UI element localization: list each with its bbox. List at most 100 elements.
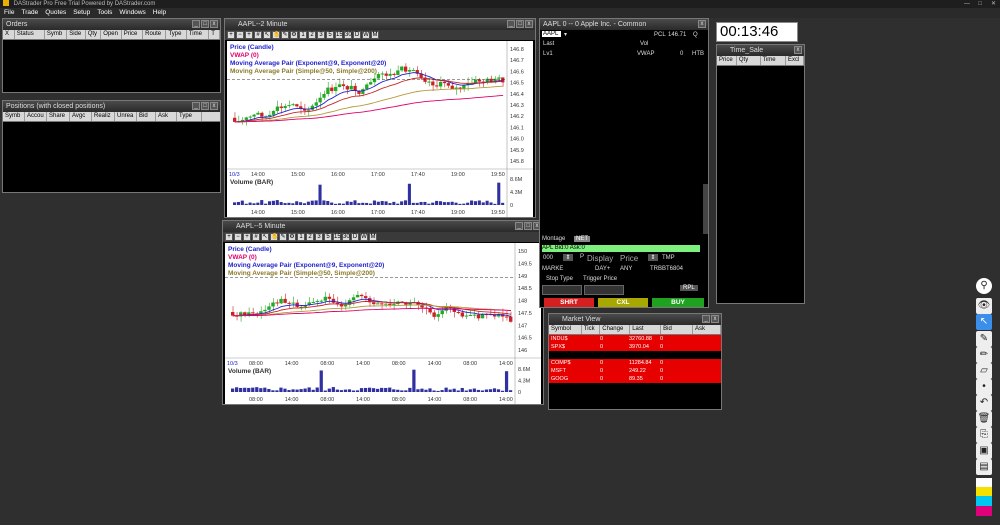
- menu-help[interactable]: Help: [153, 8, 166, 18]
- trash-icon[interactable]: 🗑: [976, 411, 992, 427]
- column-header[interactable]: Ask: [156, 112, 177, 121]
- tab-montage[interactable]: Montage: [542, 236, 565, 242]
- crosshair-icon[interactable]: +: [245, 31, 253, 39]
- maximize-icon[interactable]: □: [524, 222, 532, 230]
- minimize-icon[interactable]: _: [507, 20, 515, 28]
- column-header[interactable]: Qty: [737, 56, 761, 65]
- interval-1-icon[interactable]: 1: [297, 233, 305, 241]
- table-row[interactable]: MSFT 0 249.22 0: [549, 367, 721, 375]
- column-header[interactable]: T: [209, 30, 220, 39]
- menu-file[interactable]: File: [4, 8, 14, 18]
- column-header[interactable]: Excl: [786, 56, 804, 65]
- daily-icon[interactable]: D: [351, 233, 359, 241]
- minimize-icon[interactable]: _: [702, 315, 710, 323]
- minimize-icon[interactable]: _: [192, 102, 200, 110]
- tmp-button[interactable]: TMP: [662, 255, 675, 261]
- interval-3-icon[interactable]: 3: [317, 31, 325, 39]
- weekly-icon[interactable]: W: [360, 233, 368, 241]
- cancel-button[interactable]: CXL: [598, 298, 648, 307]
- column-header[interactable]: X: [3, 30, 15, 39]
- interval-30-icon[interactable]: 30: [344, 31, 352, 39]
- zoom-in-icon[interactable]: +: [227, 31, 235, 39]
- short-button[interactable]: SHRT: [544, 298, 594, 307]
- orders-titlebar[interactable]: Orders _ □ x: [3, 19, 220, 30]
- color-palette-icon[interactable]: [976, 478, 992, 516]
- column-header[interactable]: Side: [67, 30, 86, 39]
- close-icon[interactable]: x: [525, 20, 533, 28]
- column-header[interactable]: Ask: [693, 325, 721, 334]
- interval-5-icon[interactable]: 5: [326, 31, 334, 39]
- column-header[interactable]: Share: [47, 112, 70, 121]
- maximize-icon[interactable]: □: [516, 20, 524, 28]
- trigger-price-input[interactable]: [584, 285, 624, 295]
- table-row[interactable]: [549, 351, 721, 359]
- eraser-icon[interactable]: ▱: [976, 363, 992, 379]
- display-field[interactable]: Display: [587, 254, 613, 263]
- venue-select[interactable]: ANY: [620, 266, 632, 272]
- column-header[interactable]: Unrea: [115, 112, 137, 121]
- interval-5-icon[interactable]: 5: [324, 233, 332, 241]
- column-header[interactable]: Symbol: [549, 325, 582, 334]
- menu-trade[interactable]: Trade: [21, 8, 38, 18]
- pin-icon[interactable]: ⚲: [976, 278, 992, 294]
- interval-15-icon[interactable]: 15: [335, 31, 343, 39]
- undo-icon[interactable]: ↶: [976, 395, 992, 411]
- cursor-icon[interactable]: ↖: [261, 233, 269, 241]
- pencil-icon[interactable]: ✎: [976, 331, 992, 347]
- clipboard-icon[interactable]: ▤: [976, 459, 992, 475]
- account-select[interactable]: TRBBT6804: [650, 266, 683, 272]
- close-icon[interactable]: x: [210, 102, 218, 110]
- column-header[interactable]: Tick: [582, 325, 601, 334]
- table-row[interactable]: INDU$ 0 32760.88 0: [549, 335, 721, 343]
- chart-2min-plot[interactable]: 146.8 146.7 146.6 146.5 146.4 146.3 146.2 146.1…: [227, 41, 533, 217]
- time-sale-titlebar[interactable]: Time_Sale x: [717, 45, 804, 56]
- chart-5min-titlebar[interactable]: AAPL--5 Minute _ □ x: [223, 221, 543, 232]
- symbol-dropdown-icon[interactable]: ▾: [564, 31, 567, 38]
- minimize-icon[interactable]: _: [515, 222, 523, 230]
- chart-2min-titlebar[interactable]: AAPL--2 Minute _ □ x: [225, 19, 535, 30]
- grid-icon[interactable]: #: [254, 31, 262, 39]
- qty-stepper-icon[interactable]: ⇕: [563, 254, 573, 261]
- marker-icon[interactable]: ✏: [976, 347, 992, 363]
- window-maximize-icon[interactable]: □: [978, 0, 982, 8]
- column-header[interactable]: Route: [143, 30, 167, 39]
- route-button[interactable]: P: [580, 254, 584, 260]
- zoom-out-icon[interactable]: −: [234, 233, 242, 241]
- window-minimize-icon[interactable]: —: [964, 0, 970, 8]
- menu-windows[interactable]: Windows: [119, 8, 145, 18]
- interval-1-icon[interactable]: 1: [299, 31, 307, 39]
- symbol-input[interactable]: AAPL: [542, 31, 561, 37]
- interval-15-icon[interactable]: 15: [333, 233, 341, 241]
- maximize-icon[interactable]: □: [201, 102, 209, 110]
- save-icon[interactable]: ▣: [976, 443, 992, 459]
- close-icon[interactable]: x: [711, 315, 719, 323]
- rpl-button[interactable]: RPL: [680, 285, 698, 291]
- order-type-select[interactable]: MARKE: [542, 266, 563, 272]
- stop-type-select[interactable]: [542, 285, 582, 295]
- pen-icon[interactable]: ✎: [279, 233, 287, 241]
- interval-3-icon[interactable]: 3: [315, 233, 323, 241]
- minimize-icon[interactable]: _: [192, 20, 200, 28]
- hand-icon[interactable]: ✋: [272, 31, 280, 39]
- settings-icon[interactable]: ⚙: [290, 31, 298, 39]
- scrollbar-icon[interactable]: [703, 184, 708, 234]
- column-header[interactable]: Type: [166, 30, 187, 39]
- column-header[interactable]: Symb: [3, 112, 25, 121]
- level2-titlebar[interactable]: AAPL 0 -- 0 Apple Inc. - Common x: [540, 19, 708, 30]
- menu-setup[interactable]: Setup: [73, 8, 90, 18]
- eye-icon[interactable]: 👁: [976, 298, 992, 314]
- buy-button[interactable]: BUY: [652, 298, 704, 307]
- chart-5min-plot[interactable]: 150 149.5 149 148.5 148 147.5 147 146.5 146 08:00…: [225, 243, 541, 404]
- table-row[interactable]: SPX$ 0 3970.04 0: [549, 343, 721, 351]
- column-header[interactable]: Symb: [45, 30, 68, 39]
- monthly-icon[interactable]: M: [371, 31, 379, 39]
- screenshot-icon[interactable]: ⎘: [976, 427, 992, 443]
- column-header[interactable]: Price: [717, 56, 737, 65]
- close-icon[interactable]: x: [698, 20, 706, 28]
- column-header[interactable]: Bid: [137, 112, 156, 121]
- column-header[interactable]: Open: [101, 30, 122, 39]
- positions-titlebar[interactable]: Positions (with closed positions) _ □ x: [3, 101, 220, 112]
- grid-icon[interactable]: #: [252, 233, 260, 241]
- table-row[interactable]: COMP$ 0 11284.84 0: [549, 359, 721, 367]
- zoom-in-icon[interactable]: +: [225, 233, 233, 241]
